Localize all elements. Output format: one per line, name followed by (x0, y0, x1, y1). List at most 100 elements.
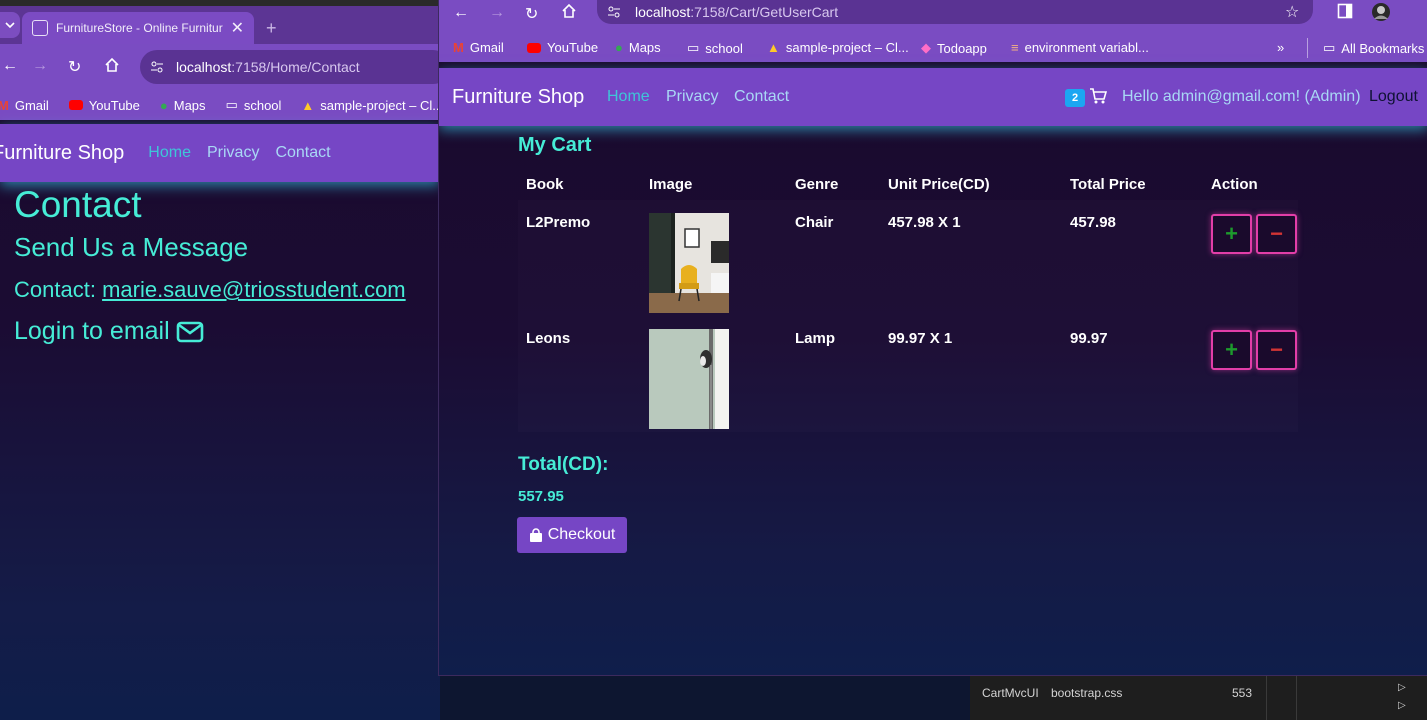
home-icon[interactable] (104, 57, 120, 73)
page-title: Contact (14, 184, 142, 225)
expand-icon[interactable]: ▷ (1398, 700, 1406, 711)
bookmark-sample-project[interactable]: ▲ sample-project – Cl... (767, 40, 909, 55)
nav-home[interactable]: Home (148, 144, 191, 162)
checkout-button[interactable]: Checkout (517, 517, 627, 553)
forward-icon[interactable]: → (489, 4, 505, 22)
tab-title: FurnitureStore - Online Furnitur (56, 21, 223, 35)
youtube-icon (68, 100, 83, 110)
reload-icon[interactable]: ↻ (68, 57, 81, 77)
left-browser-window: FurnitureStore - Online Furnitur ✕ + ← →… (0, 0, 440, 720)
cart-icon[interactable] (1089, 87, 1107, 105)
bookmark-school[interactable]: ▭ school (226, 97, 282, 113)
url-host: localhost (635, 4, 691, 20)
gmail-icon: M (0, 97, 9, 113)
nav-contact[interactable]: Contact (734, 88, 789, 106)
bookmarks-bar: M Gmail YouTube ● Maps ▭ school ▲ sample-pro… (0, 90, 440, 120)
back-icon[interactable]: ← (453, 4, 469, 22)
tab-contact[interactable]: FurnitureStore - Online Furnitur ✕ (22, 12, 254, 44)
user-greeting[interactable]: Hello admin@gmail.com! (Admin) (1122, 88, 1361, 106)
bookmark-environment[interactable]: ≡ environment variabl... (1011, 40, 1149, 55)
tab-search-button[interactable] (0, 12, 20, 38)
bookmark-gmail[interactable]: M Gmail (453, 40, 504, 55)
nav-privacy[interactable]: Privacy (207, 144, 259, 162)
forward-icon[interactable]: → (32, 57, 48, 75)
col-header-unit-price: Unit Price(CD) (888, 176, 990, 193)
total-value: 557.95 (518, 488, 564, 505)
bookmark-maps[interactable]: ● Maps (615, 40, 661, 55)
increase-quantity-button[interactable]: + (1211, 214, 1252, 254)
col-header-book: Book (526, 176, 564, 193)
cart-row: L2Premo Chair 457.98 X 1 457.98 + − (518, 200, 1298, 316)
firebase-icon: ▲ (767, 40, 780, 55)
bookmark-maps[interactable]: ● Maps (160, 98, 206, 113)
bookmark-school[interactable]: ▭ school (687, 40, 743, 56)
all-bookmarks[interactable]: ▭ All Bookmarks (1323, 40, 1424, 56)
increase-quantity-button[interactable]: + (1211, 330, 1252, 370)
new-tab-icon[interactable]: + (266, 18, 277, 39)
item-image-chair (649, 213, 729, 313)
site-navbar: Furniture Shop Home Privacy Contact 2 He… (439, 68, 1427, 126)
reload-icon[interactable]: ↻ (525, 4, 538, 24)
address-row: ← → ↻ localhost:7158/Home/Contact (0, 44, 440, 90)
close-tab-icon[interactable]: ✕ (231, 18, 244, 38)
total-label: Total(CD): (518, 454, 609, 475)
expand-icon[interactable]: ▷ (1398, 682, 1406, 693)
todoapp-icon: ◆ (921, 40, 931, 55)
bookmark-gmail[interactable]: M Gmail (0, 98, 49, 113)
col-header-genre: Genre (795, 176, 839, 193)
nav-privacy[interactable]: Privacy (666, 88, 718, 106)
logout-button[interactable]: Logout (1369, 88, 1418, 106)
shopping-bag-icon (529, 527, 542, 542)
item-image-lamp (649, 329, 729, 429)
ide-panel: CartMvcUI bootstrap.css 553 ▷ ▷ (970, 676, 1427, 720)
maps-icon: ● (615, 40, 623, 55)
cart-row: Leons Lamp 99.97 X 1 99.97 + − (518, 316, 1298, 432)
site-brand[interactable]: Furniture Shop (0, 142, 124, 165)
ide-file[interactable]: bootstrap.css (1051, 686, 1122, 700)
decrease-quantity-button[interactable]: − (1256, 330, 1297, 370)
firebase-icon: ▲ (301, 97, 315, 113)
contact-email-link[interactable]: marie.sauve@triosstudent.com (102, 277, 406, 302)
stackoverflow-icon: ≡ (1011, 40, 1019, 55)
bookmark-todoapp[interactable]: ◆ Todoapp (921, 40, 987, 56)
side-panel-icon[interactable] (1337, 3, 1353, 19)
chevron-down-icon (5, 22, 15, 29)
more-bookmarks-icon[interactable]: » (1277, 40, 1284, 55)
site-settings-icon (151, 61, 163, 73)
col-header-action: Action (1211, 176, 1258, 193)
envelope-icon (176, 321, 203, 342)
address-bar[interactable]: localhost:7158/Home/Contact (140, 50, 440, 84)
folder-icon: ▭ (225, 97, 238, 112)
youtube-icon (527, 42, 541, 53)
site-brand[interactable]: Furniture Shop (452, 86, 584, 109)
page-subtitle: Send Us a Message (14, 232, 249, 262)
item-genre: Lamp (795, 330, 836, 347)
back-icon[interactable]: ← (2, 57, 18, 75)
ide-line: 553 (1232, 686, 1253, 700)
col-header-image: Image (649, 176, 693, 193)
url-host: localhost (176, 59, 232, 75)
address-bar[interactable]: localhost:7158/Cart/GetUserCart (597, 0, 1313, 24)
ide-project[interactable]: CartMvcUI (982, 686, 1039, 700)
nav-home[interactable]: Home (607, 88, 650, 106)
nav-contact[interactable]: Contact (275, 144, 330, 162)
url-path: :7158/Cart/GetUserCart (690, 4, 839, 20)
profile-avatar-icon[interactable] (1371, 2, 1391, 22)
item-total: 457.98 (1070, 214, 1116, 231)
item-name: L2Premo (526, 214, 591, 231)
bookmark-youtube[interactable]: YouTube (68, 98, 140, 113)
login-text: Login to email (14, 317, 170, 345)
cart-count-badge[interactable]: 2 (1065, 89, 1085, 107)
bookmark-sample-project[interactable]: ▲ sample-project – Cl... (301, 98, 440, 113)
bookmark-youtube[interactable]: YouTube (527, 40, 598, 55)
contact-content: Contact Send Us a Message Contact: marie… (14, 184, 406, 346)
home-icon[interactable] (561, 3, 577, 19)
checkout-label: Checkout (547, 526, 616, 543)
col-header-total-price: Total Price (1070, 176, 1146, 193)
login-email-link[interactable]: Login to email (14, 317, 406, 346)
bookmarks-bar: M Gmail YouTube ● Maps ▭ school ▲ sample-pro… (439, 34, 1427, 62)
decrease-quantity-button[interactable]: − (1256, 214, 1297, 254)
folder-icon: ▭ (1323, 40, 1336, 55)
item-name: Leons (526, 330, 571, 347)
bookmark-star-icon[interactable]: ☆ (1285, 2, 1299, 22)
